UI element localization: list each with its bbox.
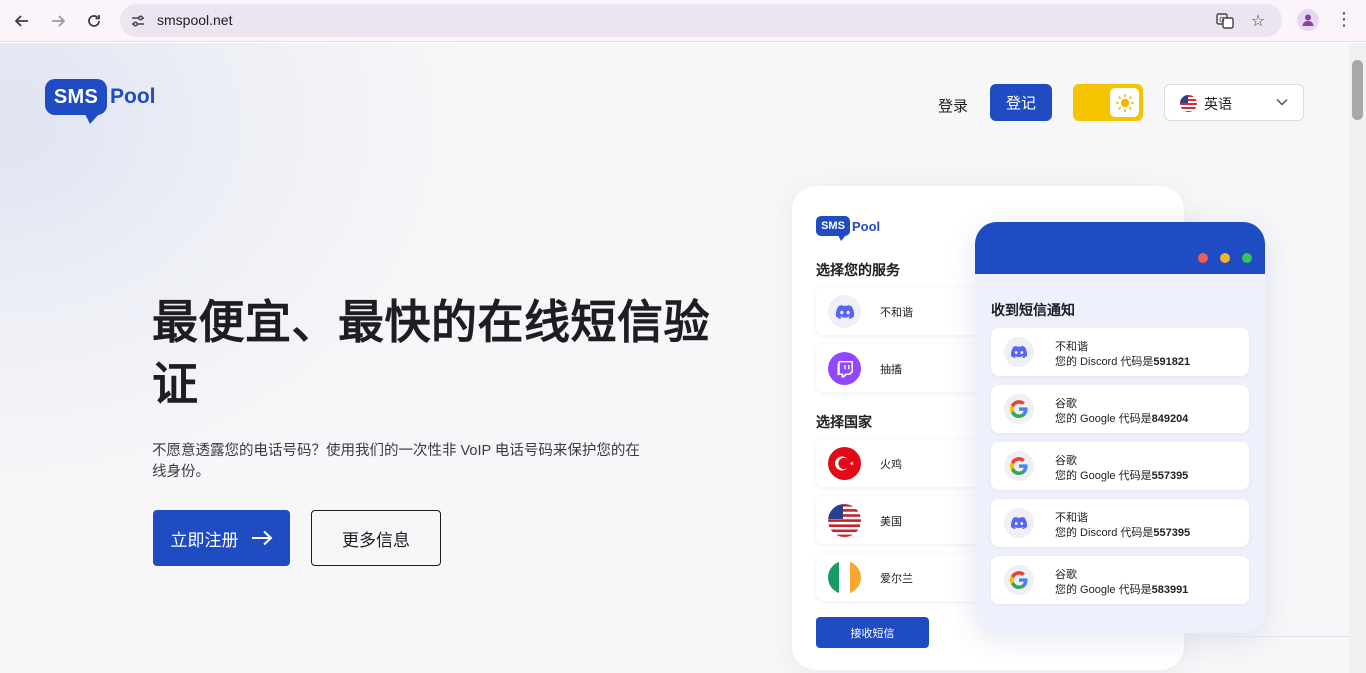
- browser-menu-icon[interactable]: ⋮: [1335, 10, 1353, 28]
- discord-icon: [1004, 508, 1034, 538]
- notification-item: 谷歌 您的 Google 代码是849204: [991, 385, 1249, 433]
- us-flag-icon: [1180, 95, 1197, 112]
- google-icon: [1004, 394, 1034, 424]
- profile-avatar-icon[interactable]: [1297, 9, 1319, 31]
- notification-prefix: 您的 Discord 代码是: [1055, 527, 1154, 539]
- notification-item: 谷歌 您的 Google 代码是557395: [991, 442, 1249, 490]
- notification-code: 591821: [1153, 356, 1191, 368]
- twitch-icon: [828, 352, 861, 385]
- bookmark-star-icon[interactable]: ☆: [1247, 10, 1269, 32]
- notification-message: 您的 Google 代码是583991: [1055, 581, 1188, 597]
- back-icon[interactable]: [10, 9, 34, 33]
- turkey-flag-icon: [828, 447, 861, 480]
- page: SMS Pool 登录 登记 英语 最便宜、最快的在线短信验证 不愿意透露您的电…: [0, 43, 1349, 673]
- notification-code: 849204: [1151, 413, 1189, 425]
- mock-logo-pool: Pool: [852, 218, 881, 234]
- window-dot-red: [1198, 253, 1208, 263]
- mock-logo-sms: SMS: [816, 216, 850, 241]
- window-dot-yellow: [1220, 253, 1230, 263]
- discord-icon: [828, 295, 861, 328]
- services-heading: 选择您的服务: [816, 262, 900, 278]
- country-option-ireland[interactable]: 爱尔兰: [816, 553, 986, 601]
- hero-subtitle: 不愿意透露您的电话号码？使用我们的一次性非 VoIP 电话号码来保护您的在线身份…: [152, 443, 640, 480]
- translate-icon[interactable]: G: [1214, 10, 1236, 32]
- notification-item: 不和谐 您的 Discord 代码是557395: [991, 499, 1249, 547]
- login-link[interactable]: 登录: [938, 95, 968, 116]
- forward-icon[interactable]: [46, 9, 70, 33]
- notification-sender: 谷歌: [1055, 398, 1077, 410]
- svg-text:G: G: [1219, 16, 1224, 24]
- more-info-button[interactable]: 更多信息: [311, 510, 441, 566]
- mock-logo: SMS Pool: [816, 216, 881, 241]
- notification-sender: 不和谐: [1055, 512, 1088, 524]
- language-label: 英语: [1204, 96, 1232, 112]
- language-select[interactable]: 英语: [1164, 84, 1304, 121]
- notification-prefix: 您的 Google 代码是: [1055, 413, 1152, 425]
- page-scrollbar[interactable]: [1349, 43, 1366, 673]
- logo-sms: SMS: [45, 79, 107, 124]
- countries-heading: 选择国家: [816, 414, 872, 430]
- logo-pool: Pool: [110, 85, 156, 108]
- address-bar[interactable]: smspool.net G ☆: [120, 4, 1282, 37]
- notification-message: 您的 Discord 代码是591821: [1055, 353, 1190, 369]
- google-icon: [1004, 451, 1034, 481]
- service-label: 不和谐: [880, 307, 913, 319]
- country-label: 火鸡: [880, 459, 902, 471]
- notification-message: 您的 Google 代码是849204: [1055, 410, 1188, 426]
- reload-icon[interactable]: [82, 9, 106, 33]
- window-dot-green: [1242, 253, 1252, 263]
- notification-prefix: 您的 Discord 代码是: [1055, 356, 1154, 368]
- notification-message: 您的 Discord 代码是557395: [1055, 524, 1190, 540]
- arrow-right-icon: [251, 530, 272, 546]
- url-text[interactable]: smspool.net: [157, 12, 232, 28]
- us-flag-icon: [828, 504, 861, 537]
- chevron-down-icon: [1275, 95, 1289, 109]
- notification-sender: 不和谐: [1055, 341, 1088, 353]
- notification-item: 谷歌 您的 Google 代码是583991: [991, 556, 1249, 604]
- notification-code: 557395: [1151, 470, 1189, 482]
- register-button[interactable]: 登记: [990, 84, 1052, 121]
- theme-toggle[interactable]: [1073, 84, 1143, 121]
- notification-item: 不和谐 您的 Discord 代码是591821: [991, 328, 1249, 376]
- service-option-discord[interactable]: 不和谐: [816, 287, 986, 335]
- notification-code: 557395: [1153, 527, 1191, 539]
- country-label: 爱尔兰: [880, 573, 913, 585]
- notification-code: 583991: [1151, 584, 1189, 596]
- ireland-flag-icon: [828, 561, 861, 594]
- notifications-heading: 收到短信通知: [991, 302, 1075, 318]
- country-option-turkey[interactable]: 火鸡: [816, 439, 986, 487]
- sun-icon: [1110, 88, 1139, 117]
- country-label: 美国: [880, 516, 902, 528]
- hero-title: 最便宜、最快的在线短信验证: [152, 296, 710, 410]
- notification-sender: 谷歌: [1055, 455, 1077, 467]
- browser-toolbar: smspool.net G ☆ ⋮: [0, 0, 1366, 42]
- notification-panel-header: [975, 222, 1265, 274]
- discord-icon: [1004, 337, 1034, 367]
- service-label: 抽搐: [880, 364, 902, 376]
- country-option-usa[interactable]: 美国: [816, 496, 986, 544]
- notification-prefix: 您的 Google 代码是: [1055, 470, 1152, 482]
- sms-notification-panel: 收到短信通知 不和谐 您的 Discord 代码是591821 谷歌 您的 Go…: [975, 222, 1265, 633]
- notification-prefix: 您的 Google 代码是: [1055, 584, 1152, 596]
- site-logo[interactable]: SMS Pool: [45, 79, 156, 124]
- notification-message: 您的 Google 代码是557395: [1055, 467, 1188, 483]
- section-divider: [1184, 636, 1349, 637]
- notification-sender: 谷歌: [1055, 569, 1077, 581]
- scrollbar-thumb[interactable]: [1352, 60, 1363, 120]
- receive-sms-button[interactable]: 接收短信: [816, 617, 929, 648]
- site-info-icon[interactable]: [130, 13, 146, 29]
- signup-now-label: 立即注册: [170, 530, 239, 550]
- service-option-twitch[interactable]: 抽搐: [816, 344, 986, 392]
- google-icon: [1004, 565, 1034, 595]
- signup-now-button[interactable]: 立即注册: [153, 510, 290, 566]
